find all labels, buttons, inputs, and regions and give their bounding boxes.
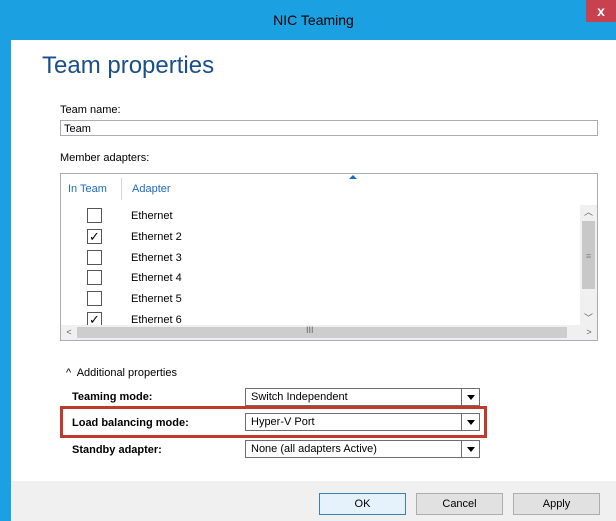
grip-icon: ≡	[585, 251, 592, 261]
teaming-mode-label: Teaming mode:	[72, 391, 153, 403]
ok-button[interactable]: OK	[319, 493, 406, 515]
horizontal-scrollbar[interactable]: < III >	[61, 325, 597, 340]
adapter-row[interactable]: ✓ Ethernet 2	[61, 227, 581, 247]
load-balancing-mode-select[interactable]: Hyper-V Port	[245, 413, 480, 431]
close-button[interactable]: x	[586, 0, 616, 22]
apply-button[interactable]: Apply	[513, 493, 600, 515]
window-left-border	[0, 0, 11, 521]
adapter-row[interactable]: Ethernet 3	[61, 248, 581, 268]
standby-adapter-value: None (all adapters Active)	[251, 443, 377, 455]
standby-adapter-select[interactable]: None (all adapters Active)	[245, 440, 480, 458]
column-header-in-team[interactable]: In Team	[68, 183, 107, 195]
scroll-left-icon[interactable]: <	[61, 325, 77, 340]
page-title: Team properties	[42, 52, 215, 79]
checkmark-icon: ✓	[89, 229, 100, 244]
additional-properties-toggle[interactable]: ^ Additional properties	[66, 367, 177, 379]
chevron-down-icon[interactable]	[461, 441, 479, 457]
member-adapters-label: Member adapters:	[60, 152, 150, 164]
member-adapters-list[interactable]: In Team Adapter Ethernet ✓ Ethernet 2 Et…	[60, 173, 598, 341]
vertical-scrollbar[interactable]: ︿ ≡ ﹀	[580, 205, 597, 325]
horizontal-scroll-thumb[interactable]	[77, 327, 567, 338]
sort-ascending-icon	[349, 175, 357, 179]
nic-teaming-window: NIC Teaming x Team properties Team name:…	[0, 0, 616, 521]
team-name-input[interactable]: Team	[60, 120, 598, 136]
chevron-up-icon: ^	[66, 367, 72, 379]
adapter-checkbox[interactable]	[87, 270, 102, 285]
scroll-up-icon[interactable]: ︿	[580, 205, 597, 219]
title-bar[interactable]: NIC Teaming x	[11, 0, 616, 40]
adapter-checkbox[interactable]	[87, 208, 102, 223]
window-title: NIC Teaming	[273, 12, 354, 28]
adapter-checkbox[interactable]	[87, 291, 102, 306]
adapter-name: Ethernet 5	[131, 293, 182, 305]
adapter-name: Ethernet 4	[131, 272, 182, 284]
teaming-mode-select[interactable]: Switch Independent	[245, 388, 480, 406]
chevron-down-icon[interactable]	[461, 389, 479, 405]
adapter-checkbox[interactable]	[87, 250, 102, 265]
team-name-label: Team name:	[60, 104, 121, 116]
additional-properties-label: Additional properties	[76, 367, 177, 379]
adapter-row[interactable]: Ethernet 5	[61, 289, 581, 309]
chevron-down-icon[interactable]	[461, 414, 479, 430]
adapter-name: Ethernet	[131, 210, 173, 222]
close-icon: x	[597, 3, 605, 19]
column-header-adapter[interactable]: Adapter	[132, 183, 171, 195]
adapter-name: Ethernet 2	[131, 231, 182, 243]
scroll-down-icon[interactable]: ﹀	[580, 311, 597, 325]
grip-icon: III	[306, 325, 314, 335]
scroll-right-icon[interactable]: >	[581, 325, 597, 340]
adapter-checkbox[interactable]: ✓	[87, 229, 102, 244]
adapter-name: Ethernet 3	[131, 252, 182, 264]
adapter-row[interactable]: Ethernet	[61, 206, 581, 226]
cancel-button[interactable]: Cancel	[416, 493, 503, 515]
adapter-row[interactable]: Ethernet 4	[61, 268, 581, 288]
load-balancing-mode-value: Hyper-V Port	[251, 416, 315, 428]
load-balancing-mode-label: Load balancing mode:	[72, 417, 189, 429]
list-header: In Team Adapter	[61, 174, 597, 200]
column-separator[interactable]	[121, 178, 122, 200]
standby-adapter-label: Standby adapter:	[72, 444, 162, 456]
teaming-mode-value: Switch Independent	[251, 391, 348, 403]
